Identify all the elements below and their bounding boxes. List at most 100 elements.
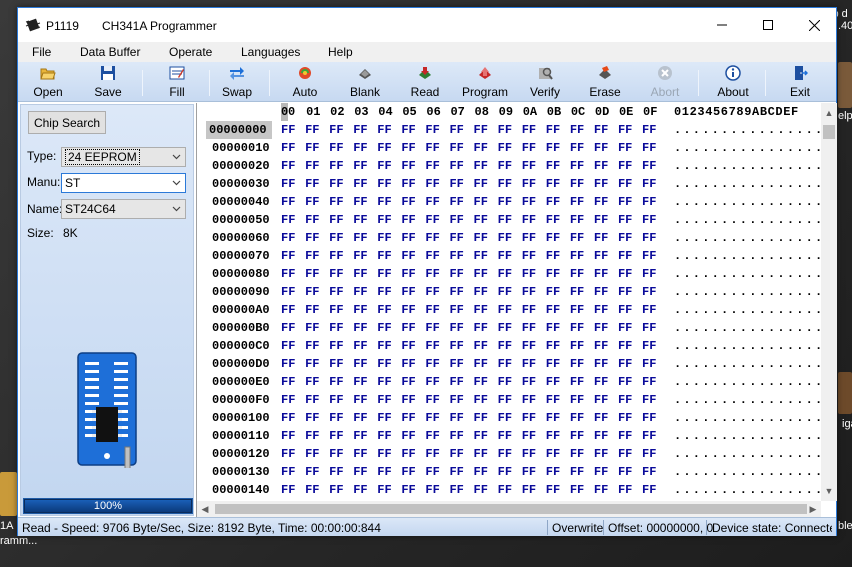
hex-byte-cell[interactable]: FF [618,231,632,245]
hex-byte-cell[interactable]: FF [522,141,536,155]
hex-byte-cell[interactable]: FF [305,483,319,497]
chip-search-button[interactable]: Chip Search [28,111,106,134]
hex-byte-cell[interactable]: FF [522,249,536,263]
hex-byte-cell[interactable]: FF [425,357,439,371]
hex-byte-cell[interactable]: FF [425,267,439,281]
hex-byte-cell[interactable]: FF [401,177,415,191]
hex-byte-cell[interactable]: FF [329,195,343,209]
scroll-left-icon[interactable]: ◀ [197,501,213,517]
hex-byte-cell[interactable]: FF [570,195,584,209]
hex-byte-cell[interactable]: FF [642,159,656,173]
ascii-row[interactable]: ................ [674,177,821,191]
hex-byte-cell[interactable]: FF [474,339,488,353]
hex-byte-cell[interactable]: FF [570,213,584,227]
swap-button[interactable]: Swap [209,62,265,102]
hex-byte-cell[interactable]: FF [425,195,439,209]
hex-byte-cell[interactable]: FF [642,249,656,263]
abort-button[interactable]: Abort [637,62,693,102]
hex-byte-cell[interactable]: FF [305,177,319,191]
hex-byte-cell[interactable]: FF [498,285,512,299]
hex-byte-cell[interactable]: FF [474,465,488,479]
hex-byte-cell[interactable]: FF [425,321,439,335]
hex-byte-cell[interactable]: FF [498,339,512,353]
hex-byte-cell[interactable]: FF [618,465,632,479]
horizontal-scroll-thumb[interactable] [215,504,807,514]
hex-byte-cell[interactable]: FF [377,213,391,227]
hex-byte-cell[interactable]: FF [329,483,343,497]
hex-byte-cell[interactable]: FF [353,411,367,425]
hex-byte-cell[interactable]: FF [401,123,415,137]
hex-byte-cell[interactable]: FF [425,123,439,137]
hex-byte-cell[interactable]: FF [425,393,439,407]
hex-byte-cell[interactable]: FF [570,465,584,479]
hex-byte-cell[interactable]: FF [546,447,560,461]
desktop-shortcut-icon[interactable] [838,62,852,108]
ascii-row[interactable]: ................ [674,159,821,173]
manu-select[interactable]: ST [61,173,186,193]
hex-byte-cell[interactable]: FF [377,177,391,191]
about-button[interactable]: About [705,62,761,102]
hex-byte-cell[interactable]: FF [546,231,560,245]
hex-byte-cell[interactable]: FF [546,375,560,389]
blank-button[interactable]: Blank [337,62,393,102]
hex-byte-cell[interactable]: FF [377,267,391,281]
hex-byte-cell[interactable]: FF [329,231,343,245]
hex-byte-cell[interactable]: FF [281,141,295,155]
hex-byte-cell[interactable]: FF [281,123,295,137]
menu-languages[interactable]: Languages [241,45,300,59]
hex-byte-cell[interactable]: FF [594,321,608,335]
hex-byte-cell[interactable]: FF [353,195,367,209]
hex-byte-cell[interactable]: FF [618,447,632,461]
hex-byte-cell[interactable]: FF [594,159,608,173]
ascii-row[interactable]: ................ [674,393,821,407]
hex-byte-cell[interactable]: FF [353,141,367,155]
hex-byte-cell[interactable]: FF [498,159,512,173]
hex-byte-cell[interactable]: FF [594,303,608,317]
hex-byte-cell[interactable]: FF [425,285,439,299]
hex-byte-cell[interactable]: FF [618,375,632,389]
hex-byte-cell[interactable]: FF [594,465,608,479]
close-button[interactable] [791,8,837,42]
hex-byte-cell[interactable]: FF [570,411,584,425]
hex-byte-cell[interactable]: FF [449,357,463,371]
hex-byte-cell[interactable]: FF [546,141,560,155]
hex-byte-cell[interactable]: FF [522,339,536,353]
hex-byte-cell[interactable]: FF [281,465,295,479]
hex-byte-cell[interactable]: FF [570,339,584,353]
menu-help[interactable]: Help [328,45,353,59]
hex-byte-cell[interactable]: FF [522,267,536,281]
hex-byte-cell[interactable]: FF [546,267,560,281]
hex-byte-cell[interactable]: FF [642,303,656,317]
hex-byte-cell[interactable]: FF [353,375,367,389]
hex-byte-cell[interactable]: FF [425,159,439,173]
hex-byte-cell[interactable]: FF [522,375,536,389]
hex-byte-cell[interactable]: FF [329,303,343,317]
hex-byte-cell[interactable]: FF [618,483,632,497]
hex-byte-cell[interactable]: FF [498,231,512,245]
hex-byte-cell[interactable]: FF [401,285,415,299]
hex-byte-cell[interactable]: FF [281,375,295,389]
hex-byte-cell[interactable]: FF [449,249,463,263]
hex-byte-cell[interactable]: FF [618,249,632,263]
hex-byte-cell[interactable]: FF [377,285,391,299]
hex-byte-cell[interactable]: FF [594,231,608,245]
hex-byte-cell[interactable]: FF [642,447,656,461]
hex-byte-cell[interactable]: FF [498,429,512,443]
hex-byte-cell[interactable]: FF [449,195,463,209]
hex-byte-cell[interactable]: FF [594,123,608,137]
hex-byte-cell[interactable]: FF [474,303,488,317]
hex-byte-cell[interactable]: FF [305,195,319,209]
hex-byte-cell[interactable]: FF [546,465,560,479]
hex-byte-cell[interactable]: FF [425,483,439,497]
hex-byte-cell[interactable]: FF [498,411,512,425]
hex-byte-cell[interactable]: FF [281,177,295,191]
ascii-row[interactable]: ................ [674,213,821,227]
hex-byte-cell[interactable]: FF [642,411,656,425]
hex-byte-cell[interactable]: FF [377,447,391,461]
hex-byte-cell[interactable]: FF [401,393,415,407]
hex-byte-cell[interactable]: FF [449,375,463,389]
hex-byte-cell[interactable]: FF [425,213,439,227]
hex-byte-cell[interactable]: FF [449,267,463,281]
hex-byte-cell[interactable]: FF [498,447,512,461]
ascii-row[interactable]: ................ [674,195,821,209]
